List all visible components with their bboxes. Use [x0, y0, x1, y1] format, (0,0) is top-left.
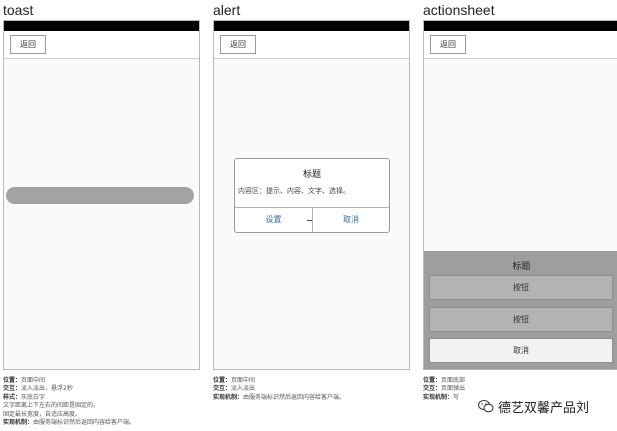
toast-phone-mockup: 返回	[3, 20, 200, 370]
actionsheet-button-1[interactable]: 按钮	[429, 275, 613, 300]
watermark: 德艺双馨产品刘	[475, 396, 593, 417]
note-line: 实现机制：由服务端标识然后返回内容给客户端。	[213, 393, 346, 401]
note-line: 交互：页面弹出	[423, 385, 466, 393]
actionsheet-button-2[interactable]: 按钮	[429, 307, 613, 332]
note-line: 文字距离上下左右的间距是固定的。	[3, 402, 100, 410]
note-line: 交互：淡入淡出，悬浮2秒	[3, 385, 73, 393]
alert-title: 标题	[302, 170, 321, 180]
status-bar	[424, 21, 617, 31]
note-line: 实现机制：由服务端标识然后返回内容给客户端。	[3, 419, 136, 427]
back-button[interactable]: 返回	[430, 35, 466, 54]
actionsheet-phone-mockup: 返回 标题 按钮 按钮 取消	[423, 20, 617, 370]
panel-title-actionsheet: actionsheet	[423, 2, 495, 18]
alert-cancel-button[interactable]: 取消	[313, 207, 389, 232]
panel-title-alert: alert	[213, 2, 241, 18]
nav-bar: 返回	[4, 31, 199, 59]
alert-notes: 位置：页面中间 交互：淡入淡出 实现机制：由服务端标识然后返回内容给客户端。	[213, 377, 345, 402]
note-line: 样式：灰底白字	[3, 393, 46, 401]
alert-content: 内容区：提示、内容、文字、选择。	[238, 187, 350, 195]
note-line: 固定最长宽度，自适应高度。	[3, 410, 82, 418]
actionsheet-notes: 位置：页面底部 交互：页面弹出 实现机制：写	[423, 377, 465, 402]
toast-notes: 位置：页面中间 交互：淡入淡出，悬浮2秒 样式：灰底白字 文字距离上下左右的间距…	[3, 377, 135, 427]
watermark-text: 德艺双馨产品刘	[498, 401, 590, 416]
actionsheet-overlay: 标题 按钮 按钮 取消	[424, 251, 617, 369]
back-button[interactable]: 返回	[220, 35, 256, 54]
actionsheet-title: 标题	[512, 262, 531, 272]
alert-settings-button[interactable]: 设置	[235, 207, 312, 232]
nav-bar: 返回	[424, 31, 617, 59]
dash-mark	[307, 220, 312, 221]
note-line: 交互：淡入淡出	[213, 385, 256, 393]
back-button[interactable]: 返回	[10, 35, 46, 54]
wechat-icon	[478, 400, 494, 413]
panel-title-toast: toast	[3, 2, 34, 18]
note-line: 实现机制：写	[423, 393, 460, 401]
status-bar	[214, 21, 409, 31]
status-bar	[4, 21, 199, 31]
actionsheet-cancel-button[interactable]: 取消	[429, 338, 613, 363]
nav-bar: 返回	[214, 31, 409, 59]
toast-message-bar	[6, 187, 194, 204]
alert-dialog: 标题 内容区：提示、内容、文字、选择。 设置 取消	[234, 158, 390, 233]
alert-phone-mockup: 返回 标题 内容区：提示、内容、文字、选择。 设置 取消	[213, 20, 410, 370]
